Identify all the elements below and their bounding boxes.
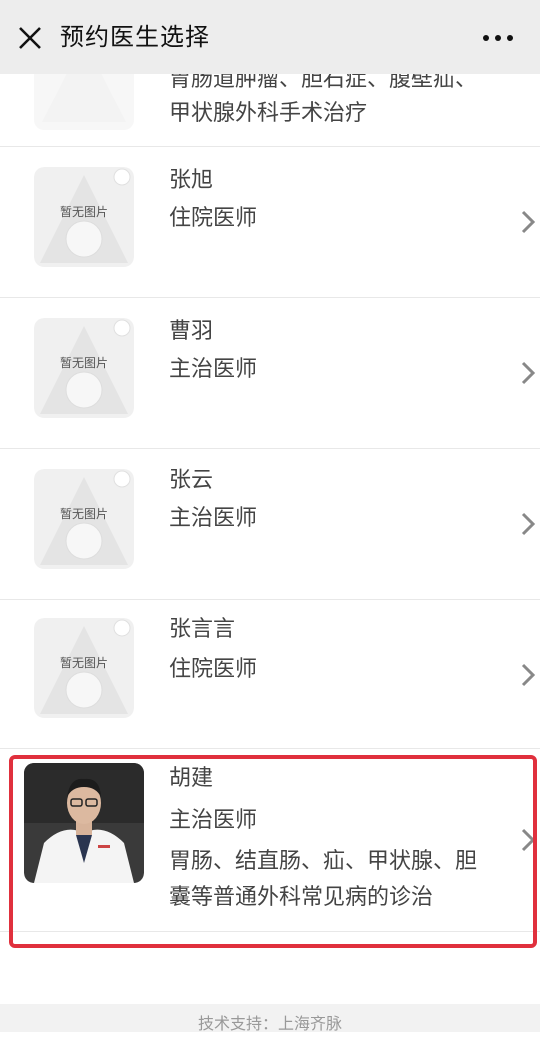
avatar-placeholder: 暂无图片 bbox=[34, 167, 134, 267]
more-dots-icon[interactable] bbox=[478, 24, 518, 52]
doctor-title: 主治医师 bbox=[169, 506, 258, 531]
placeholder-label: 暂无图片 bbox=[59, 356, 108, 370]
placeholder-label: 暂无图片 bbox=[59, 205, 108, 219]
avatar-placeholder: 暂无图片 bbox=[34, 318, 134, 418]
doctor-name: 胡建 bbox=[169, 766, 214, 791]
doctor-name: 张云 bbox=[169, 468, 214, 493]
chevron-right-icon bbox=[521, 828, 536, 852]
chevron-right-icon bbox=[521, 663, 536, 687]
doctor-title: 主治医师 bbox=[169, 357, 258, 382]
chevron-right-icon bbox=[521, 210, 536, 234]
doctor-name: 张言言 bbox=[169, 617, 236, 642]
doctor-specialty: 囊等普通外科常见病的诊治 bbox=[169, 885, 434, 910]
doctor-specialty: 胃肠、结直肠、疝、甲状腺、胆 bbox=[169, 849, 478, 874]
page-title: 预约医生选择 bbox=[60, 23, 210, 51]
doctor-title: 住院医师 bbox=[169, 657, 258, 682]
doctor-row[interactable]: 暂无图片 张言言 住院医师 bbox=[0, 600, 540, 749]
doctor-row[interactable]: 暂无图片 张旭 住院医师 bbox=[0, 147, 540, 298]
doctor-name: 张旭 bbox=[169, 168, 214, 193]
doctor-title: 住院医师 bbox=[169, 206, 258, 231]
top-navbar: 预约医生选择 bbox=[0, 0, 540, 74]
doctor-row[interactable]: 暂无图片 曹羽 主治医师 bbox=[0, 298, 540, 449]
avatar-placeholder: 暂无图片 bbox=[34, 469, 134, 569]
placeholder-label: 暂无图片 bbox=[59, 507, 108, 521]
footer-credit: 技术支持：上海齐脉 bbox=[0, 1004, 540, 1033]
doctor-row[interactable]: 暂无图片 张云 主治医师 bbox=[0, 449, 540, 600]
chevron-right-icon bbox=[521, 361, 536, 385]
doctor-row-selected[interactable]: 胡建 主治医师 胃肠、结直肠、疝、甲状腺、胆 囊等普通外科常见病的诊治 bbox=[0, 749, 540, 932]
doctor-photo bbox=[24, 763, 144, 883]
placeholder-label: 暂无图片 bbox=[59, 656, 108, 670]
avatar-placeholder: 暂无图片 bbox=[34, 618, 134, 718]
doctor-name: 曹羽 bbox=[169, 319, 214, 344]
close-icon[interactable] bbox=[14, 22, 46, 54]
doctor-title: 主治医师 bbox=[169, 808, 258, 833]
chevron-right-icon bbox=[521, 512, 536, 536]
doctor-specialty: 甲状腺外科手术治疗 bbox=[169, 101, 368, 126]
